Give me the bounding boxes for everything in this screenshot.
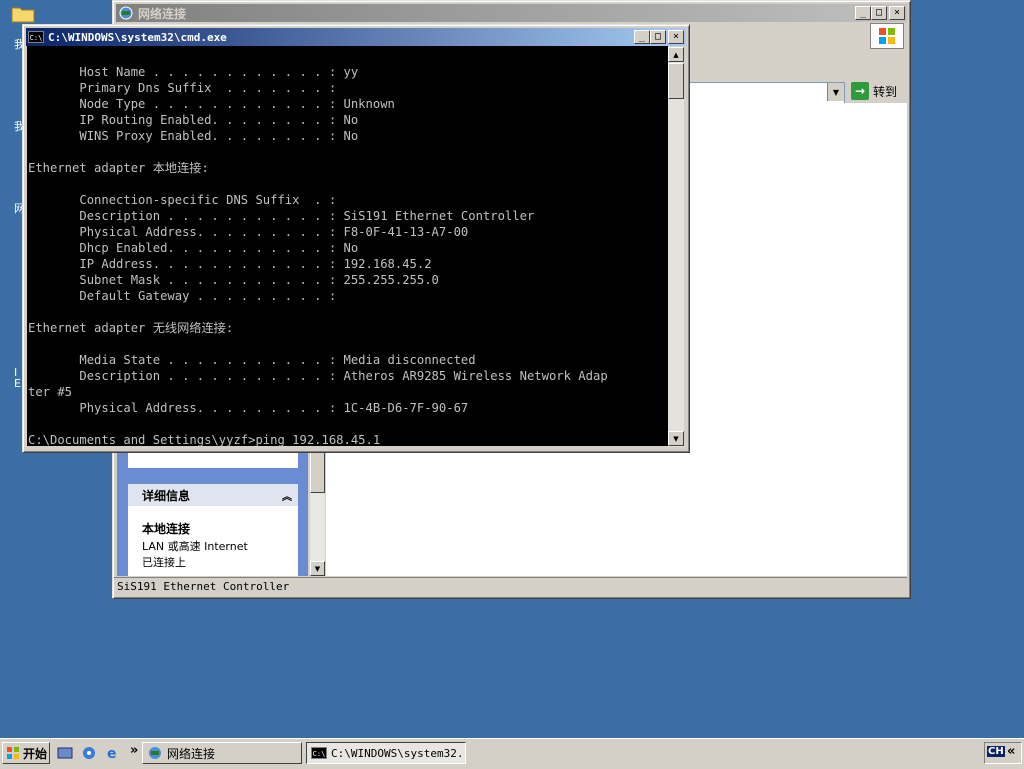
- task-label: C:\WINDOWS\system32...: [331, 746, 466, 760]
- cmd-icon: C:\: [28, 30, 44, 44]
- status-bar: SiS191 Ethernet Controller: [114, 577, 907, 596]
- details-header-label: 详细信息: [142, 488, 191, 503]
- desktop-icon-label: E: [14, 377, 21, 390]
- start-button[interactable]: 开始: [2, 742, 50, 764]
- close-button[interactable]: ×: [889, 6, 905, 20]
- collapse-icon[interactable]: ︽: [282, 488, 292, 503]
- chevron-down-icon[interactable]: ▼: [827, 83, 844, 101]
- quicklaunch-chevron[interactable]: »: [130, 743, 138, 758]
- task-button-explorer[interactable]: 网络连接: [142, 742, 302, 764]
- go-label: 转到: [873, 84, 898, 99]
- details-panel: 本地连接 LAN 或高速 Internet 已连接上: [128, 506, 298, 576]
- scroll-down-button[interactable]: ▼: [668, 431, 684, 446]
- network-icon: [118, 6, 134, 20]
- explorer-title: 网络连接: [138, 6, 187, 21]
- cmd-icon: C:\: [311, 746, 327, 760]
- details-header[interactable]: 详细信息 ︽: [128, 484, 298, 506]
- ime-indicator[interactable]: CH: [987, 746, 1005, 757]
- go-arrow-icon: →: [851, 82, 869, 100]
- taskbar: 开始 e » 网络连接 C:\ C:\WINDOWS\system32... C…: [0, 738, 1024, 769]
- explorer-titlebar[interactable]: 网络连接 _ □ ×: [116, 4, 907, 22]
- details-type: LAN 或高速 Internet: [142, 540, 248, 553]
- details-status: 已连接上: [142, 556, 186, 569]
- close-button[interactable]: ×: [668, 30, 684, 44]
- start-label: 开始: [23, 746, 48, 761]
- windows-logo-icon: [870, 23, 904, 49]
- status-text: SiS191 Ethernet Controller: [117, 580, 290, 593]
- tray-expand-button[interactable]: «: [1007, 744, 1015, 759]
- media-icon[interactable]: [80, 744, 98, 762]
- minimize-button[interactable]: _: [855, 6, 871, 20]
- maximize-button[interactable]: □: [871, 6, 887, 20]
- show-desktop-icon[interactable]: [56, 744, 74, 762]
- system-tray: CH «: [984, 742, 1022, 764]
- console-output[interactable]: Host Name . . . . . . . . . . . . : yy P…: [27, 46, 668, 446]
- scroll-up-button[interactable]: ▲: [668, 47, 684, 62]
- start-flag-icon: [7, 747, 19, 759]
- details-name: 本地连接: [142, 522, 191, 536]
- cmd-title: C:\WINDOWS\system32\cmd.exe: [48, 30, 227, 44]
- maximize-button[interactable]: □: [650, 30, 666, 44]
- task-label: 网络连接: [167, 746, 216, 761]
- ie-icon[interactable]: e: [104, 744, 122, 762]
- scroll-down-button[interactable]: ▼: [310, 561, 325, 576]
- minimize-button[interactable]: _: [634, 30, 650, 44]
- task-button-cmd[interactable]: C:\ C:\WINDOWS\system32...: [306, 742, 466, 764]
- console-text: Host Name . . . . . . . . . . . . : yy P…: [28, 65, 608, 446]
- cmd-titlebar[interactable]: C:\ C:\WINDOWS\system32\cmd.exe _ □ ×: [26, 28, 686, 46]
- cmd-scrollbar[interactable]: ▲ ▼: [668, 47, 684, 447]
- scroll-thumb[interactable]: [668, 63, 684, 99]
- address-input[interactable]: ▼: [689, 82, 845, 104]
- folder-icon: [11, 7, 35, 23]
- go-button[interactable]: → 转到: [851, 82, 897, 100]
- svg-text:e: e: [107, 746, 117, 761]
- network-icon: [147, 746, 163, 760]
